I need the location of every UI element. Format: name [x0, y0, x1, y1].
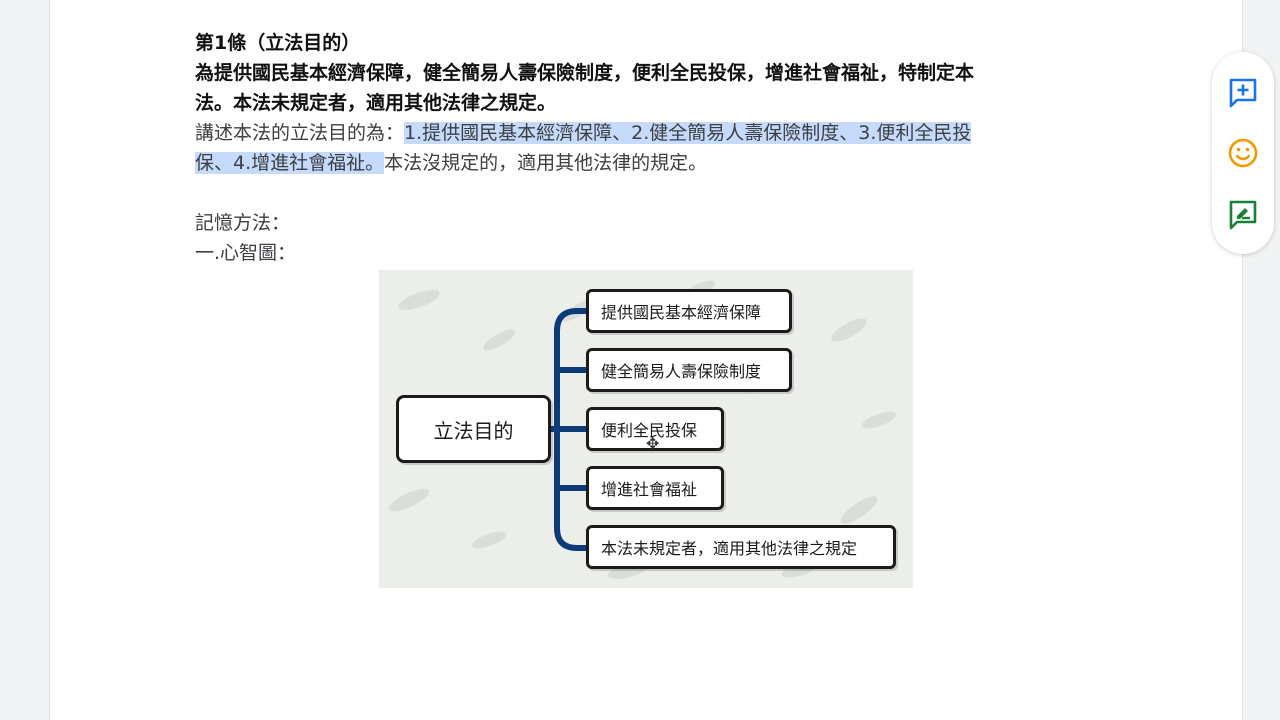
- mindmap-root-node: 立法目的: [396, 395, 551, 463]
- explanation-text: 本法沒規定的，適用其他法律的規定。: [384, 152, 708, 174]
- explanation-text: 講述本法的立法目的為：: [195, 122, 405, 144]
- article-text: 為提供國民基本經濟保障，健全簡易人壽保險制度，便利全民投保，增進社會福祉，特制定…: [195, 62, 975, 84]
- doc-line-2[interactable]: 法。本法未規定者，適用其他法律之規定。: [195, 88, 1105, 118]
- document-page[interactable]: 第1條（立法目的） 為提供國民基本經濟保障，健全簡易人壽保險制度，便利全民投保，…: [49, 0, 1243, 720]
- app-canvas: 第1條（立法目的） 為提供國民基本經濟保障，健全簡易人壽保險制度，便利全民投保，…: [0, 0, 1280, 720]
- doc-line-0[interactable]: 第1條（立法目的）: [195, 28, 1105, 58]
- suggest-edit-icon: [1229, 200, 1257, 229]
- side-action-toolbar: [1212, 52, 1274, 254]
- mindmap-branch-node: 增進社會福祉: [586, 466, 724, 510]
- selected-text[interactable]: 1.提供國民基本經濟保障、2.健全簡易人壽保險制度、3.便利全民投: [404, 122, 972, 144]
- doc-line-3[interactable]: 講述本法的立法目的為：1.提供國民基本經濟保障、2.健全簡易人壽保險制度、3.便…: [195, 118, 1105, 148]
- mindmap-image[interactable]: 立法目的 提供國民基本經濟保障 健全簡易人壽保險制度 便利全民投保 增進社會福祉…: [379, 270, 913, 588]
- empty-line[interactable]: [195, 178, 1105, 208]
- article-text: 法。本法未規定者，適用其他法律之規定。: [195, 92, 557, 114]
- memory-method-heading: 記憶方法：: [195, 212, 291, 234]
- emoji-reaction-button[interactable]: [1223, 133, 1263, 173]
- article-title: 第1條（立法目的）: [195, 32, 361, 54]
- mindmap-branch-node: 本法未規定者，適用其他法律之規定: [586, 525, 896, 569]
- selected-text[interactable]: 保、4.增進社會福祉。: [195, 152, 385, 174]
- doc-line-6[interactable]: 記憶方法：: [195, 208, 1105, 238]
- emoji-icon: [1228, 138, 1258, 168]
- mindmap-branch-node: 健全簡易人壽保險制度: [586, 348, 792, 392]
- mindmap-heading: 一.心智圖：: [195, 242, 297, 264]
- document-body[interactable]: 第1條（立法目的） 為提供國民基本經濟保障，健全簡易人壽保險制度，便利全民投保，…: [195, 28, 1105, 268]
- mindmap-branch-node: 提供國民基本經濟保障: [586, 289, 792, 333]
- doc-line-4[interactable]: 保、4.增進社會福祉。本法沒規定的，適用其他法律的規定。: [195, 148, 1105, 178]
- add-comment-button[interactable]: [1223, 72, 1263, 112]
- add-comment-icon: [1229, 79, 1257, 108]
- doc-line-1[interactable]: 為提供國民基本經濟保障，健全簡易人壽保險制度，便利全民投保，增進社會福祉，特制定…: [195, 58, 1105, 88]
- suggest-edits-button[interactable]: [1223, 194, 1263, 234]
- doc-line-7[interactable]: 一.心智圖：: [195, 238, 1105, 268]
- move-cursor-icon: ✥: [646, 434, 660, 453]
